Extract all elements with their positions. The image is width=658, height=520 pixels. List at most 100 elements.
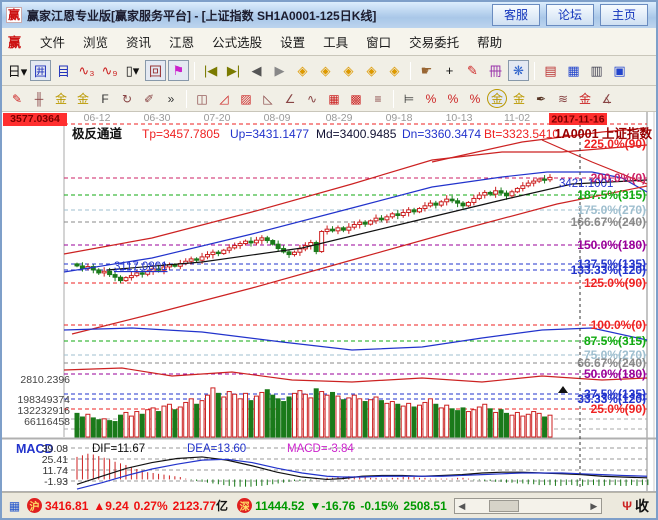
first-page-icon[interactable]: |◀	[200, 60, 221, 81]
angle-percent-icon[interactable]: ∡	[597, 89, 617, 108]
zoom-vertical-icon[interactable]: ◈	[384, 60, 405, 81]
gold-grid-2-icon[interactable]: 金	[73, 89, 93, 108]
titlebar-button-0[interactable]: 客服	[492, 4, 540, 26]
ray-box-icon[interactable]: ◺	[258, 89, 278, 108]
menu-item-6[interactable]: 工具	[314, 29, 357, 54]
kline-chart[interactable]: 06-1206-3007-2008-0908-2909-1810-1311-02…	[2, 112, 656, 492]
last-page-icon[interactable]: ▶|	[223, 60, 244, 81]
titlebar-button-2[interactable]: 主页	[600, 4, 648, 26]
percent-line-icon[interactable]: %	[421, 89, 441, 108]
notes-icon[interactable]: ▥	[586, 60, 607, 81]
candle-body	[325, 229, 329, 231]
gold-line-icon[interactable]: 金	[575, 89, 595, 108]
gann-level-label: 133.33%(120)	[571, 263, 646, 277]
pan-hand-icon[interactable]: ☛	[416, 60, 437, 81]
menu-item-0[interactable]: 文件	[31, 29, 74, 54]
wave-gold-icon[interactable]: ≋	[553, 89, 573, 108]
save-icon[interactable]: ▣	[609, 60, 630, 81]
volume-bar	[151, 408, 155, 437]
red-grid-2-icon[interactable]: ▩	[346, 89, 366, 108]
price-ruler-icon[interactable]: ⊨	[399, 89, 419, 108]
parallel-lines-icon[interactable]: ≡	[368, 89, 388, 108]
menu-item-2[interactable]: 资讯	[117, 29, 160, 54]
crosshair-icon[interactable]: +	[439, 60, 460, 81]
chart-area[interactable]: 06-1206-3007-2008-0908-2909-1810-1311-02…	[2, 112, 656, 492]
volume-bar	[124, 412, 128, 437]
channel-name-label: 极反通道	[72, 126, 123, 141]
macd-value-label: MACD=-3.84	[287, 443, 354, 455]
gold-circle-icon[interactable]: 金	[487, 89, 507, 108]
draw-pen-icon[interactable]: ✎	[462, 60, 483, 81]
candle-body	[233, 246, 237, 248]
menu-item-9[interactable]: 帮助	[468, 29, 511, 54]
sz-index-price: 11444.52	[255, 499, 304, 513]
box-tool-icon[interactable]: ◫	[192, 89, 212, 108]
shenzhen-market-icon[interactable]: 深	[237, 498, 252, 513]
candle-body	[135, 273, 139, 276]
menu-item-1[interactable]: 浏览	[74, 29, 117, 54]
prev-page-icon[interactable]: ◀	[246, 60, 267, 81]
formula-manager-icon[interactable]: 冊	[485, 60, 506, 81]
wave-9-icon[interactable]: ∿₉	[99, 60, 120, 81]
menu-item-3[interactable]: 江恩	[160, 29, 203, 54]
spiral-icon[interactable]: ↻	[117, 89, 137, 108]
volume-bar	[461, 408, 465, 437]
fibonacci-icon[interactable]: F	[95, 89, 115, 108]
market-status-label: 收	[635, 496, 649, 516]
zoom-expand-icon[interactable]: ◈	[361, 60, 382, 81]
percent-levels-icon[interactable]: %	[465, 89, 485, 108]
scroll-left-icon[interactable]: ◀	[455, 499, 469, 513]
menu-item-5[interactable]: 设置	[271, 29, 314, 54]
menu-item-8[interactable]: 交易委托	[400, 29, 468, 54]
calculator-icon[interactable]: ▦	[563, 60, 584, 81]
shaded-box-icon[interactable]: ▨	[236, 89, 256, 108]
candle-style-icon[interactable]: ▯▾	[122, 60, 143, 81]
kline-period-icon[interactable]: 日▾	[7, 60, 28, 81]
ink-pen-icon[interactable]: ✒	[531, 89, 551, 108]
wave-3-icon[interactable]: ∿₃	[76, 60, 97, 81]
zoom-right-icon[interactable]: ◈	[292, 60, 313, 81]
volume-bar	[146, 410, 150, 437]
calendar-icon[interactable]: ▤	[540, 60, 561, 81]
more-tools-icon[interactable]: »	[161, 89, 181, 108]
titlebar-button-1[interactable]: 论坛	[546, 4, 594, 26]
scroll-marker-icon	[558, 386, 568, 393]
next-page-icon[interactable]: ▶	[269, 60, 290, 81]
wave-line-icon[interactable]: ∿	[302, 89, 322, 108]
gold-levels-icon[interactable]: 金	[509, 89, 529, 108]
candle-body	[265, 238, 269, 241]
candle-body	[423, 206, 427, 209]
candle-body	[113, 275, 117, 278]
measure-pen-icon[interactable]: ✐	[139, 89, 159, 108]
smart-analysis-icon[interactable]: ❋	[508, 60, 529, 81]
grid-lines-icon[interactable]: ╫	[29, 89, 49, 108]
info-panel-icon[interactable]: 目	[53, 60, 74, 81]
box-wave-icon[interactable]: 回	[145, 60, 166, 81]
volume-bar	[548, 415, 552, 437]
menu-item-4[interactable]: 公式选股	[203, 29, 271, 54]
red-grid-1-icon[interactable]: ▦	[324, 89, 344, 108]
flag-marker-icon[interactable]: ⚑	[168, 60, 189, 81]
market-grid-icon[interactable]: ▦	[7, 498, 22, 513]
angle-line-icon[interactable]: ∠	[280, 89, 300, 108]
volume-bar	[244, 393, 248, 437]
volume-bar	[401, 406, 405, 437]
brush-icon[interactable]: ✎	[7, 89, 27, 108]
horizontal-scrollbar[interactable]: ◀ ▶	[454, 498, 602, 514]
volume-bar	[390, 402, 394, 437]
gold-grid-1-icon[interactable]: 金	[51, 89, 71, 108]
percent-icon[interactable]: %	[443, 89, 463, 108]
scroll-right-icon[interactable]: ▶	[587, 499, 601, 513]
scrollbar-thumb[interactable]	[489, 500, 519, 512]
candle-body	[200, 257, 204, 260]
volume-bar	[472, 410, 476, 437]
candle-body	[461, 203, 465, 206]
gann-tools-icon[interactable]: 囲	[30, 60, 51, 81]
channel-bt-label: Bt=3323.5410	[484, 127, 559, 141]
zoom-compress-icon[interactable]: ◈	[338, 60, 359, 81]
fan-lines-icon[interactable]: ◿	[214, 89, 234, 108]
menu-item-7[interactable]: 窗口	[357, 29, 400, 54]
volume-bar	[129, 416, 133, 437]
zoom-horizontal-icon[interactable]: ◈	[315, 60, 336, 81]
shanghai-market-icon[interactable]: 沪	[27, 498, 42, 513]
